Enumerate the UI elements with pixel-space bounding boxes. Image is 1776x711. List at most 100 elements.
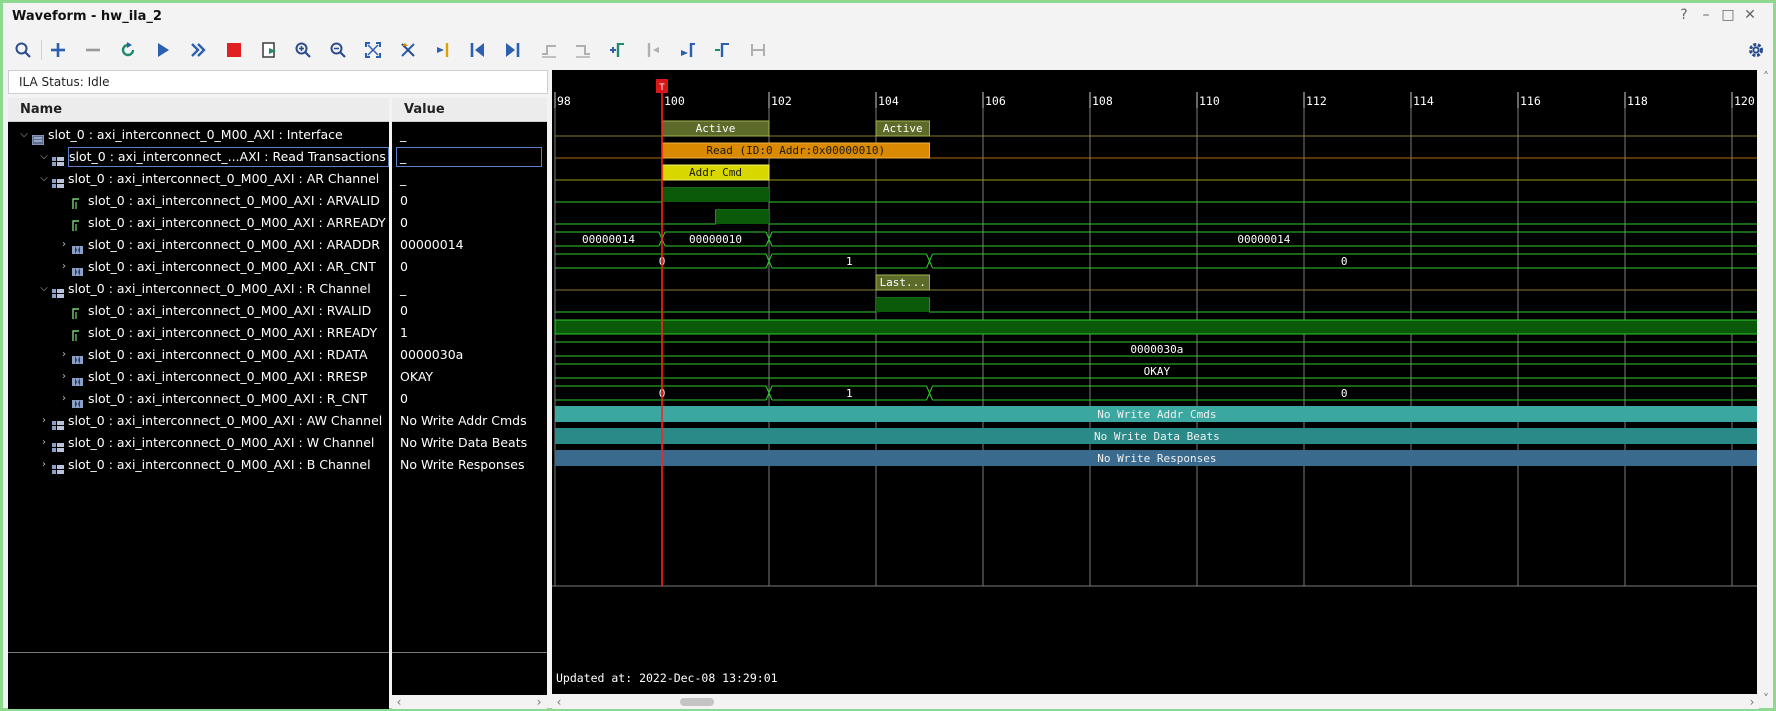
help-icon[interactable]: ? — [1675, 6, 1693, 24]
chevron-right-icon[interactable]: › — [38, 454, 50, 476]
stop-icon[interactable] — [222, 38, 246, 62]
signal-name: slot_0 : axi_interconnect_0_M00_AXI : W … — [68, 435, 375, 450]
scroll-up-icon[interactable]: ˄ — [1759, 70, 1773, 84]
swap-cursor-icon[interactable] — [710, 38, 734, 62]
scroll-left-icon[interactable]: ‹ — [552, 695, 566, 709]
pane-divider — [8, 652, 389, 653]
chevron-down-icon[interactable]: ⌵ — [38, 168, 50, 190]
tree-row[interactable]: ⌵ slot_0 : axi_interconnect_0_M00_AXI : I… — [8, 124, 389, 146]
signal-name: slot_0 : axi_interconnect_0_M00_AXI : RV… — [88, 303, 372, 318]
zoom-fit-icon[interactable] — [361, 38, 385, 62]
tree-row[interactable]: slot_0 : axi_interconnect_0_M00_AXI : AR… — [8, 190, 389, 212]
next-marker-icon[interactable] — [675, 38, 699, 62]
close-icon[interactable]: ✕ — [1741, 6, 1759, 24]
toolbar-separator — [41, 40, 42, 60]
signal-name: slot_0 : axi_interconnect_0_M00_AXI : AR… — [88, 215, 386, 230]
gear-icon[interactable] — [1744, 38, 1768, 62]
previous-marker-icon[interactable] — [641, 38, 665, 62]
value-column-pane: Value _ _ _ 0 0 00000014 0 _ 0 1 0000030a OKAY 0 No W… — [392, 98, 547, 709]
tree-row[interactable]: › slot_0 : axi_interconnect_0_M00_AXI : A… — [8, 256, 389, 278]
waveform-vertical-scrollbar[interactable]: ˄ ˅ — [1759, 70, 1773, 708]
value-horizontal-scrollbar[interactable]: ‹ › — [392, 695, 547, 709]
cursor-icon[interactable] — [396, 38, 420, 62]
next-transition-icon[interactable] — [571, 38, 595, 62]
maximize-icon[interactable]: □ — [1719, 6, 1737, 24]
signal-name: slot_0 : axi_interconnect_0_M00_AXI : RR… — [88, 369, 368, 384]
scroll-thumb[interactable] — [680, 698, 714, 706]
chevron-right-icon[interactable]: › — [58, 234, 70, 256]
tree-row[interactable]: › slot_0 : axi_interconnect_0_M00_AXI : A… — [8, 410, 389, 432]
waveform-canvas[interactable]: 98 100 102 104 106 108 110 112 114 116 118 120Activ… — [552, 70, 1757, 694]
tree-row[interactable]: › slot_0 : axi_interconnect_0_M00_AXI : R… — [8, 388, 389, 410]
chevron-right-icon[interactable]: › — [38, 410, 50, 432]
value-row: 0 — [392, 388, 547, 410]
time-tick-label: 120 — [1734, 94, 1755, 108]
value-row: OKAY — [392, 366, 547, 388]
go-to-end-icon[interactable] — [500, 38, 524, 62]
tree-row[interactable]: › slot_0 : axi_interconnect_0_M00_AXI : R… — [8, 344, 389, 366]
tree-row[interactable]: ⌵ slot_0 : axi_interconnect_...AXI : Read… — [8, 146, 389, 168]
scroll-down-icon[interactable]: ˅ — [1759, 692, 1773, 706]
scroll-right-icon[interactable]: › — [532, 695, 546, 709]
waveform-horizontal-scrollbar[interactable]: ‹ › — [552, 695, 1759, 709]
value-column-header[interactable]: Value — [392, 98, 547, 122]
signal-icon — [72, 305, 83, 319]
waveform-pane[interactable]: 98 100 102 104 106 108 110 112 114 116 118 120 Activ… — [552, 70, 1757, 694]
tree-row[interactable]: slot_0 : axi_interconnect_0_M00_AXI : RV… — [8, 300, 389, 322]
tree-row[interactable]: › slot_0 : axi_interconnect_0_M00_AXI : W… — [8, 432, 389, 454]
signal-value: 0 — [400, 259, 408, 274]
vector-icon — [72, 240, 83, 254]
signal-value: _ — [400, 127, 407, 142]
chevron-right-icon[interactable]: › — [38, 432, 50, 454]
chevron-down-icon[interactable]: ⌵ — [18, 124, 30, 146]
zoom-in-icon[interactable] — [291, 38, 315, 62]
chevron-right-icon[interactable]: › — [58, 344, 70, 366]
run-immediate-icon[interactable] — [186, 38, 210, 62]
bus-icon — [52, 152, 64, 166]
signal-value: 0 — [400, 193, 408, 208]
add-marker-icon[interactable] — [605, 38, 629, 62]
previous-transition-icon[interactable] — [537, 38, 561, 62]
scroll-right-icon[interactable]: › — [1745, 695, 1759, 709]
signal-value: 0 — [400, 215, 408, 230]
trigger-marker-label: T — [659, 83, 665, 93]
chevron-right-icon[interactable]: › — [58, 388, 70, 410]
vector-icon — [72, 350, 83, 364]
tree-row[interactable]: › slot_0 : axi_interconnect_0_M00_AXI : R… — [8, 366, 389, 388]
scroll-left-icon[interactable]: ‹ — [392, 695, 406, 709]
tree-row[interactable]: › slot_0 : axi_interconnect_0_M00_AXI : A… — [8, 234, 389, 256]
chevron-right-icon[interactable]: › — [58, 366, 70, 388]
signal-name: slot_0 : axi_interconnect_0_M00_AXI : AR… — [88, 193, 380, 208]
time-tick-label: 102 — [771, 94, 792, 108]
tree-row[interactable]: ⌵ slot_0 : axi_interconnect_0_M00_AXI : A… — [8, 168, 389, 190]
chevron-down-icon[interactable]: ⌵ — [38, 146, 50, 168]
zoom-out-icon[interactable] — [326, 38, 350, 62]
tree-row[interactable]: › slot_0 : axi_interconnect_0_M00_AXI : B… — [8, 454, 389, 476]
search-icon[interactable] — [11, 38, 35, 62]
name-column-header[interactable]: Name — [8, 98, 389, 122]
tree-row[interactable]: slot_0 : axi_interconnect_0_M00_AXI : RR… — [8, 322, 389, 344]
remove-icon[interactable] — [81, 38, 105, 62]
chevron-right-icon[interactable]: › — [58, 256, 70, 278]
tree-row[interactable]: ⌵ slot_0 : axi_interconnect_0_M00_AXI : R… — [8, 278, 389, 300]
go-to-cursor-icon[interactable] — [431, 38, 455, 62]
run-trigger-icon[interactable] — [151, 38, 175, 62]
add-icon[interactable] — [46, 38, 70, 62]
tree-row[interactable]: slot_0 : axi_interconnect_0_M00_AXI : AR… — [8, 212, 389, 234]
chevron-down-icon[interactable]: ⌵ — [38, 278, 50, 300]
signal-name: slot_0 : axi_interconnect_0_M00_AXI : R … — [68, 281, 371, 296]
vector-icon — [72, 372, 83, 386]
snap-icon[interactable] — [746, 38, 770, 62]
minimize-icon[interactable]: – — [1697, 6, 1715, 24]
refresh-icon[interactable] — [116, 38, 140, 62]
go-to-start-icon[interactable] — [466, 38, 490, 62]
time-tick-label: 114 — [1413, 94, 1434, 108]
value-row: No Write Data Beats — [392, 432, 547, 454]
value-row: _ — [392, 278, 547, 300]
signal-trace — [555, 297, 1757, 313]
transaction-label: Last... — [880, 276, 926, 289]
value-row: _ — [392, 168, 547, 190]
name-column-pane: Name ⌵ slot_0 : axi_interconnect_0_M00_AX… — [8, 98, 389, 709]
bus-icon — [52, 416, 64, 430]
export-icon[interactable] — [257, 38, 281, 62]
